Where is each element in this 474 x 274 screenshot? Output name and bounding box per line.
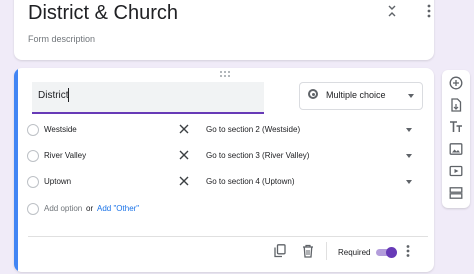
drag-handle-icon[interactable]: [219, 70, 231, 78]
question-type-label: Multiple choice: [326, 90, 386, 100]
form-title[interactable]: District & Church: [28, 2, 178, 25]
duplicate-icon[interactable]: [274, 244, 286, 258]
dropdown-arrow-icon: [406, 154, 412, 158]
option-label-input[interactable]: River Valley: [44, 151, 86, 160]
question-title-input[interactable]: District: [32, 82, 264, 114]
import-questions-icon[interactable]: [449, 98, 463, 112]
dropdown-arrow-icon: [406, 180, 412, 184]
or-label: or: [86, 204, 94, 213]
go-to-section-dropdown[interactable]: Go to section 2 (Westside): [206, 125, 416, 137]
add-option-radio-icon: [27, 203, 39, 215]
add-other-button[interactable]: Add "Other": [97, 204, 139, 213]
question-card[interactable]: District Multiple choice Westside Go to …: [14, 68, 434, 272]
option-radio-icon: [27, 124, 39, 136]
more-vert-icon[interactable]: [421, 3, 437, 19]
add-title-icon[interactable]: [449, 120, 463, 134]
remove-option-icon[interactable]: [178, 123, 190, 135]
dropdown-arrow-icon: [408, 94, 414, 98]
option-radio-icon: [27, 150, 39, 162]
delete-icon[interactable]: [302, 244, 314, 258]
footer-separator: [326, 242, 327, 260]
collapse-icon[interactable]: [384, 3, 400, 19]
toggle-thumb: [386, 247, 397, 258]
form-description-field[interactable]: Form description: [28, 34, 95, 44]
form-editor-page: District & Church Form description Distr…: [0, 0, 474, 274]
required-toggle[interactable]: [376, 247, 398, 258]
remove-option-icon[interactable]: [178, 175, 190, 187]
option-row: River Valley Go to section 3 (River Vall…: [14, 146, 434, 166]
add-option-button[interactable]: Add option: [44, 204, 82, 213]
option-radio-icon: [27, 176, 39, 188]
dropdown-arrow-icon: [406, 128, 412, 132]
go-to-section-dropdown[interactable]: Go to section 4 (Uptown): [206, 177, 416, 189]
option-row: Uptown Go to section 4 (Uptown): [14, 172, 434, 192]
option-label-input[interactable]: Westside: [44, 125, 77, 134]
option-label-input[interactable]: Uptown: [44, 177, 71, 186]
footer-divider: [28, 236, 428, 237]
question-title-text: District: [38, 90, 69, 101]
go-to-section-dropdown[interactable]: Go to section 3 (River Valley): [206, 151, 416, 163]
go-to-section-label: Go to section 3 (River Valley): [206, 151, 310, 160]
form-title-card: District & Church Form description: [14, 0, 434, 60]
side-toolbar: [442, 70, 470, 208]
radio-button-icon: [308, 89, 318, 99]
option-row: Westside Go to section 2 (Westside): [14, 120, 434, 140]
active-card-indicator: [14, 68, 18, 272]
remove-option-icon[interactable]: [178, 149, 190, 161]
text-cursor: [68, 88, 69, 102]
required-label: Required: [338, 248, 371, 257]
add-section-icon[interactable]: [449, 186, 463, 200]
question-type-dropdown[interactable]: Multiple choice: [299, 82, 423, 110]
go-to-section-label: Go to section 4 (Uptown): [206, 177, 295, 186]
more-vert-icon[interactable]: [402, 244, 414, 258]
add-image-icon[interactable]: [449, 142, 463, 156]
add-video-icon[interactable]: [449, 164, 463, 178]
add-question-icon[interactable]: [449, 76, 463, 90]
go-to-section-label: Go to section 2 (Westside): [206, 125, 301, 134]
